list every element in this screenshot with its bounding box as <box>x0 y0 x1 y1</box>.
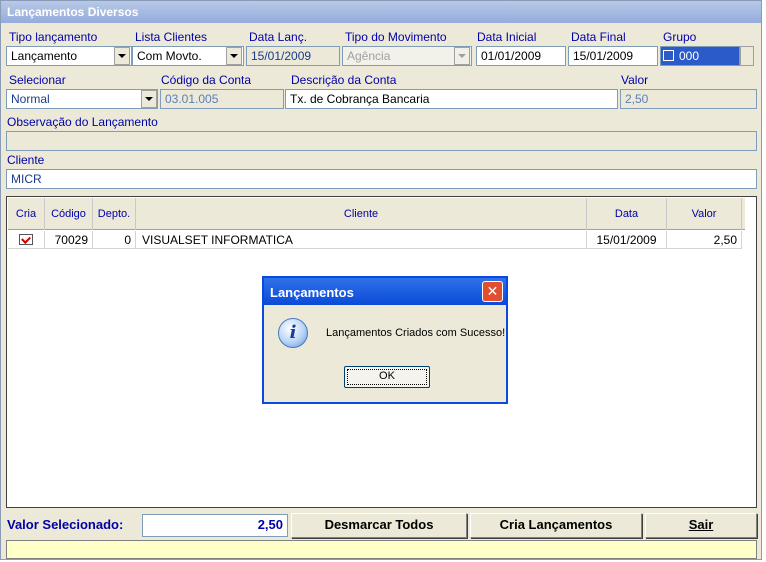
cliente-field[interactable]: MICR <box>6 169 757 189</box>
valor-value: 2,50 <box>625 92 649 106</box>
label-tipo-lancamento: Tipo lançamento <box>9 30 98 44</box>
sair-button[interactable]: Sair <box>645 513 757 538</box>
observacao-field[interactable] <box>6 131 757 151</box>
row-codigo: 70029 <box>45 231 93 249</box>
lista-clientes-dropdown-button[interactable] <box>226 47 242 65</box>
tipo-lancamento-dropdown-button[interactable] <box>114 47 130 65</box>
label-codigo-conta: Código da Conta <box>161 73 252 87</box>
column-header-depto[interactable]: Depto. <box>93 198 136 230</box>
label-cliente: Cliente <box>7 153 45 167</box>
label-valor: Valor <box>621 73 649 87</box>
tipo-movimento-select[interactable]: Agência <box>342 46 472 66</box>
label-tipo-movimento: Tipo do Movimento <box>345 30 447 44</box>
label-lista-clientes: Lista Clientes <box>135 30 208 44</box>
selecionar-value: Normal <box>11 92 50 106</box>
selecionar-select[interactable]: Normal <box>6 89 158 109</box>
row-cria-checkbox[interactable] <box>19 233 33 245</box>
ok-button[interactable]: OK <box>344 366 430 388</box>
column-header-cliente[interactable]: Cliente <box>136 198 587 230</box>
cliente-value: MICR <box>11 172 42 186</box>
grupo-checkbox[interactable] <box>663 50 674 61</box>
grupo-spinner[interactable] <box>740 46 754 66</box>
column-header-valor[interactable]: Valor <box>667 198 742 230</box>
column-header-data[interactable]: Data <box>587 198 667 230</box>
codigo-conta-value: 03.01.005 <box>165 92 219 106</box>
selecionar-dropdown-button[interactable] <box>141 90 157 108</box>
dialog-title: Lançamentos <box>264 278 506 305</box>
codigo-conta-field[interactable]: 03.01.005 <box>160 89 284 109</box>
tipo-movimento-dropdown-button[interactable] <box>454 47 470 65</box>
descricao-conta-value: Tx. de Cobrança Bancaria <box>290 92 430 106</box>
data-final-field[interactable]: 15/01/2009 <box>568 46 658 66</box>
chevron-down-icon <box>145 97 153 101</box>
valor-selecionado-field: 2,50 <box>142 514 288 537</box>
data-lanc-field[interactable]: 15/01/2009 <box>246 46 340 66</box>
column-header-cria[interactable]: Cria <box>8 198 45 230</box>
check-icon <box>21 233 31 244</box>
desmarcar-todos-button[interactable]: Desmarcar Todos <box>291 513 467 538</box>
label-data-inicial: Data Inicial <box>477 30 537 44</box>
data-inicial-field[interactable]: 01/01/2009 <box>476 46 566 66</box>
dialog-message: Lançamentos Criados com Sucesso! <box>326 327 506 339</box>
row-valor: 2,50 <box>667 231 742 249</box>
data-final-value: 15/01/2009 <box>573 49 634 63</box>
row-cliente: VISUALSET INFORMATICA <box>136 231 587 249</box>
grid-header: Cria Código Depto. Cliente Data Valor <box>8 198 745 230</box>
grupo-value: 000 <box>679 49 700 63</box>
info-icon: i <box>278 318 308 348</box>
close-icon[interactable]: ✕ <box>482 281 503 302</box>
label-selecionar: Selecionar <box>9 73 66 87</box>
cria-lancamentos-button[interactable]: Cria Lançamentos <box>470 513 642 538</box>
data-lanc-value: 15/01/2009 <box>251 49 312 63</box>
row-depto: 0 <box>93 231 136 249</box>
window-title: Lançamentos Diversos <box>1 1 761 23</box>
chevron-down-icon <box>458 54 466 58</box>
descricao-conta-field[interactable]: Tx. de Cobrança Bancaria <box>285 89 618 109</box>
valor-field[interactable]: 2,50 <box>620 89 757 109</box>
column-header-codigo[interactable]: Código <box>45 198 93 230</box>
tipo-lancamento-value: Lançamento <box>11 49 78 63</box>
label-observacao: Observação do Lançamento <box>7 115 158 129</box>
tipo-movimento-value: Agência <box>347 49 391 63</box>
chevron-down-icon <box>118 54 126 58</box>
status-bar <box>6 540 757 559</box>
label-data-final: Data Final <box>571 30 626 44</box>
valor-selecionado-value: 2,50 <box>257 517 283 532</box>
lista-clientes-value: Com Movto. <box>137 49 202 63</box>
valor-selecionado-label: Valor Selecionado: <box>7 517 124 532</box>
label-data-lanc: Data Lanç. <box>249 30 308 44</box>
label-grupo: Grupo <box>663 30 697 44</box>
label-descricao-conta: Descrição da Conta <box>291 73 397 87</box>
data-inicial-value: 01/01/2009 <box>481 49 542 63</box>
chevron-down-icon <box>230 54 238 58</box>
lancamentos-dialog: Lançamentos ✕ i Lançamentos Criados com … <box>262 276 508 404</box>
row-data: 15/01/2009 <box>587 231 667 249</box>
